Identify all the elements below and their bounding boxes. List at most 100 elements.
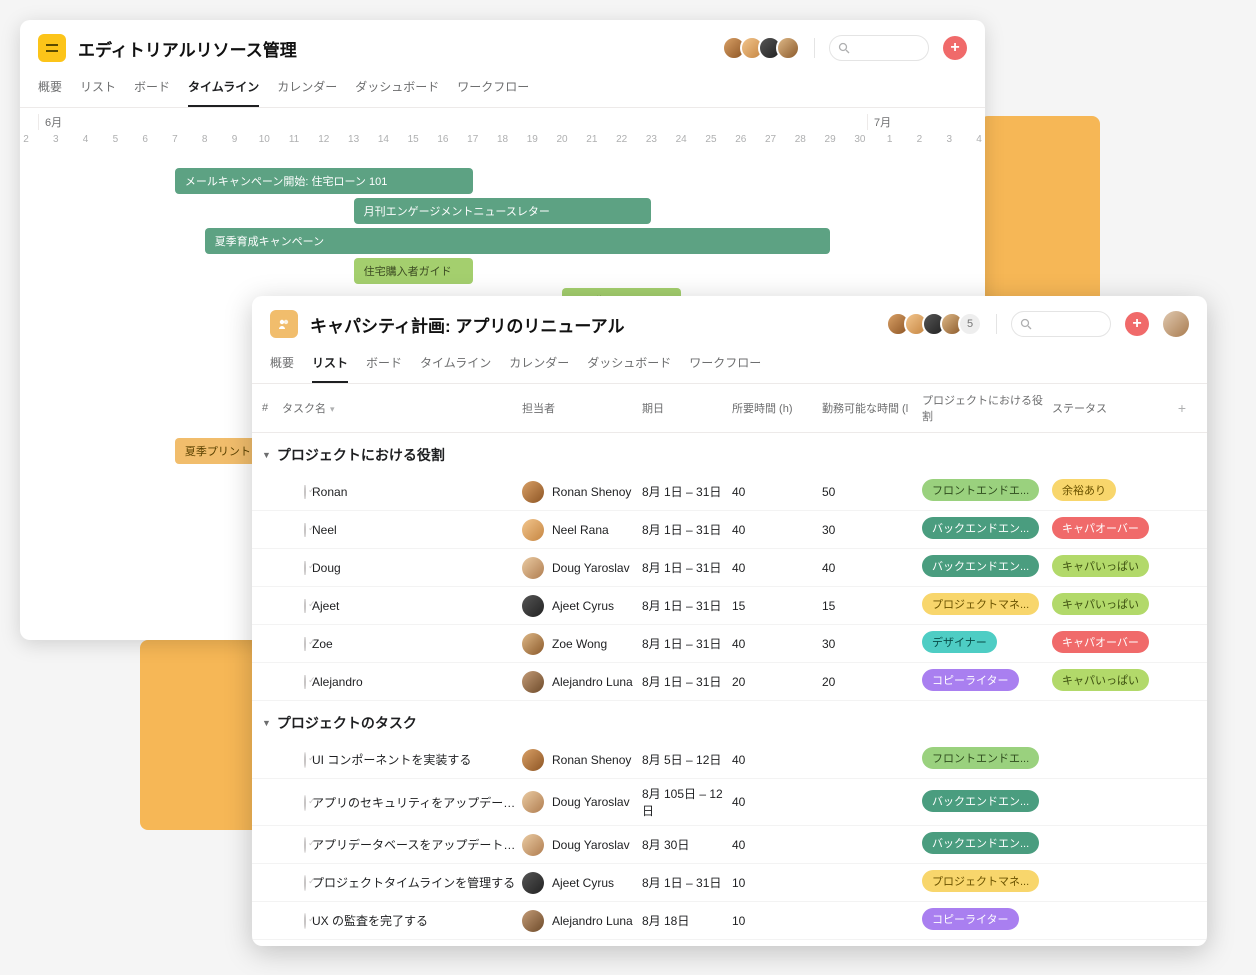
table-row[interactable]: ZoeZoe Wong8月 1日 – 31日4030デザイナーキャパオーバー (252, 625, 1207, 663)
tab-リスト[interactable]: リスト (80, 72, 116, 107)
add-button[interactable]: + (1125, 312, 1149, 336)
section-header[interactable]: ▼プロジェクトにおける役割 (252, 433, 1207, 473)
col-avail[interactable]: 勤務可能な時間 (l (822, 400, 922, 416)
table-row[interactable]: NeelNeel Rana8月 1日 – 31日4030バックエンドエン...キ… (252, 511, 1207, 549)
complete-toggle[interactable] (304, 752, 306, 768)
tab-ワークフロー[interactable]: ワークフロー (689, 348, 761, 383)
avatar (522, 834, 544, 856)
gantt-bar[interactable]: 夏季プリント (175, 438, 264, 464)
table-row[interactable]: UI コンポーネントを実装するRonan Shenoy8月 5日 – 12日40… (252, 741, 1207, 779)
status-pill[interactable]: 余裕あり (1052, 479, 1116, 501)
avatar (522, 910, 544, 932)
complete-toggle[interactable] (304, 561, 306, 575)
day-19: 19 (527, 134, 538, 145)
tab-タイムライン[interactable]: タイムライン (188, 72, 259, 107)
complete-toggle[interactable] (304, 837, 306, 853)
col-assignee[interactable]: 担当者 (522, 400, 642, 416)
complete-toggle[interactable] (304, 875, 306, 891)
add-button[interactable]: + (943, 36, 967, 60)
avatar (522, 557, 544, 579)
role-pill[interactable]: バックエンドエン... (922, 517, 1039, 539)
table-row[interactable]: AlejandroAlejandro Luna8月 1日 – 31日2020コピ… (252, 663, 1207, 701)
section-header[interactable]: ▼プロジェクトのタスク (252, 701, 1207, 741)
table-row[interactable]: AjeetAjeet Cyrus8月 1日 – 31日1515プロジェクトマネ.… (252, 587, 1207, 625)
tab-カレンダー[interactable]: カレンダー (509, 348, 569, 383)
status-pill[interactable]: キャパオーバー (1052, 517, 1149, 539)
tab-ボード[interactable]: ボード (134, 72, 170, 107)
table-row[interactable]: アプリのセキュリティをアップデート...Doug Yaroslav8月 105日… (252, 779, 1207, 826)
day-11: 11 (289, 134, 299, 145)
tab-タイムライン[interactable]: タイムライン (420, 348, 491, 383)
complete-toggle[interactable] (304, 485, 306, 499)
table-row[interactable]: DougDoug Yaroslav8月 1日 – 31日4040バックエンドエン… (252, 549, 1207, 587)
member-avatars[interactable]: 5 (892, 312, 982, 336)
search-icon (838, 42, 850, 54)
role-pill[interactable]: コピーライター (922, 908, 1019, 930)
complete-toggle[interactable] (304, 675, 306, 689)
col-hours[interactable]: 所要時間 (h) (732, 400, 822, 416)
gantt-bar[interactable]: 月刊エンゲージメントニュースレター (354, 198, 652, 224)
table-row[interactable]: UI キットをビルドするZoe Wong8月 4日 – 8日30デザイナー (252, 940, 1207, 946)
status-pill[interactable]: キャパいっぱい (1052, 669, 1149, 691)
col-date[interactable]: 期日 (642, 400, 732, 416)
day-scale: 2345678910111213141516171819202122232425… (26, 134, 979, 156)
complete-toggle[interactable] (304, 913, 306, 929)
gantt-bar[interactable]: メールキャンペーン開始: 住宅ローン 101 (175, 168, 473, 194)
table-row[interactable]: アプリデータベースをアップデートするDoug Yaroslav8月 30日40バ… (252, 826, 1207, 864)
tab-ダッシュボード[interactable]: ダッシュボード (587, 348, 671, 383)
complete-toggle[interactable] (304, 599, 306, 613)
col-task[interactable]: タスク名▾ (282, 400, 522, 416)
member-avatars[interactable] (728, 36, 800, 60)
tab-カレンダー[interactable]: カレンダー (277, 72, 337, 107)
table-row[interactable]: RonanRonan Shenoy8月 1日 – 31日4050フロントエンドエ… (252, 473, 1207, 511)
status-pill[interactable]: キャパいっぱい (1052, 593, 1149, 615)
day-17: 17 (467, 134, 478, 145)
chevron-down-icon: ▾ (330, 404, 335, 414)
tab-概要[interactable]: 概要 (38, 72, 62, 107)
search-input[interactable] (829, 35, 929, 61)
avatar (522, 519, 544, 541)
col-status[interactable]: ステータス (1052, 400, 1172, 416)
tab-ボード[interactable]: ボード (366, 348, 402, 383)
role-pill[interactable]: バックエンドエン... (922, 790, 1039, 812)
day-22: 22 (616, 134, 627, 145)
col-num[interactable]: # (262, 402, 282, 414)
current-user-avatar[interactable] (1163, 311, 1189, 337)
table-row[interactable]: UX の監査を完了するAlejandro Luna8月 18日10コピーライター (252, 902, 1207, 940)
gantt-bar[interactable]: 夏季育成キャンペーン (205, 228, 830, 254)
gantt-bar[interactable]: 住宅購入者ガイド (354, 258, 473, 284)
role-pill[interactable]: デザイナー (922, 631, 997, 653)
tabs-b: 概要リストボードタイムラインカレンダーダッシュボードワークフロー (252, 342, 1207, 384)
avatar (522, 633, 544, 655)
day-16: 16 (437, 134, 448, 145)
tab-概要[interactable]: 概要 (270, 348, 294, 383)
status-pill[interactable]: キャパオーバー (1052, 631, 1149, 653)
role-pill[interactable]: コピーライター (922, 669, 1019, 691)
add-column-button[interactable]: + (1172, 400, 1192, 416)
search-input[interactable] (1011, 311, 1111, 337)
role-pill[interactable]: フロントエンドエ... (922, 479, 1039, 501)
day-30: 30 (854, 134, 865, 145)
status-pill[interactable]: キャパいっぱい (1052, 555, 1149, 577)
role-pill[interactable]: プロジェクトマネ... (922, 593, 1039, 615)
day-24: 24 (676, 134, 687, 145)
column-header: # タスク名▾ 担当者 期日 所要時間 (h) 勤務可能な時間 (l プロジェク… (252, 384, 1207, 433)
role-pill[interactable]: バックエンドエン... (922, 832, 1039, 854)
col-role[interactable]: プロジェクトにおける役割 (922, 392, 1052, 424)
day-23: 23 (646, 134, 657, 145)
tab-ダッシュボード[interactable]: ダッシュボード (355, 72, 439, 107)
complete-toggle[interactable] (304, 637, 306, 651)
day-4: 4 (83, 134, 89, 145)
divider (814, 38, 815, 58)
complete-toggle[interactable] (304, 523, 306, 537)
role-pill[interactable]: プロジェクトマネ... (922, 870, 1039, 892)
avatar (522, 481, 544, 503)
project-title: エディトリアルリソース管理 (78, 36, 297, 61)
avatar-more-count[interactable]: 5 (958, 312, 982, 336)
role-pill[interactable]: フロントエンドエ... (922, 747, 1039, 769)
table-row[interactable]: プロジェクトタイムラインを管理するAjeet Cyrus8月 1日 – 31日1… (252, 864, 1207, 902)
tab-リスト[interactable]: リスト (312, 348, 348, 383)
tab-ワークフロー[interactable]: ワークフロー (457, 72, 529, 107)
role-pill[interactable]: バックエンドエン... (922, 555, 1039, 577)
complete-toggle[interactable] (304, 795, 306, 811)
